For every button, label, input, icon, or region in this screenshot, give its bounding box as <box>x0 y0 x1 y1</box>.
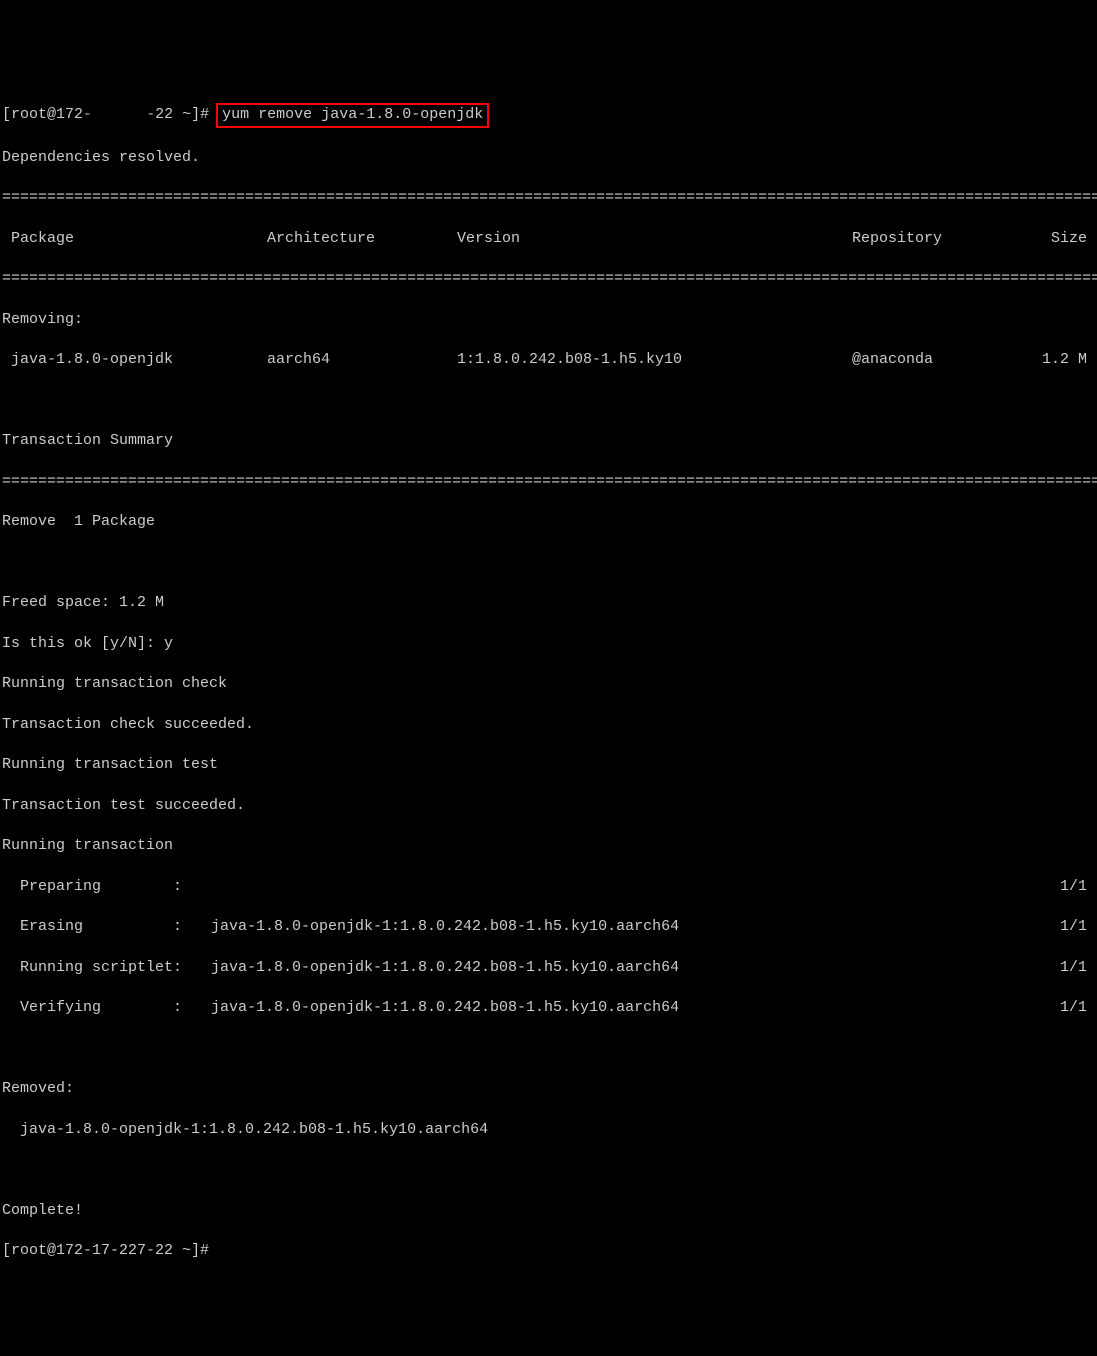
prompt-line-1[interactable]: [root@172-17-227-22 ~]# yum remove java-… <box>2 103 1095 127</box>
step-preparing: Preparing : 1/1 <box>2 877 1095 897</box>
blank-line <box>2 391 1095 411</box>
header-package: Package <box>2 229 267 249</box>
step-label: Running scriptlet: <box>2 958 202 978</box>
deps-resolved: Dependencies resolved. <box>2 148 1095 168</box>
header-arch: Architecture <box>267 229 457 249</box>
prompt-line-2[interactable]: [root@172-17-227-22 ~]# <box>2 1241 1095 1261</box>
cell-repo: @anaconda <box>852 350 1032 370</box>
running-transaction: Running transaction <box>2 836 1095 856</box>
header-version: Version <box>457 229 852 249</box>
test-succeeded: Transaction test succeeded. <box>2 796 1095 816</box>
terminal-output: [root@172-17-227-22 ~]# yum remove java-… <box>2 83 1095 1282</box>
removed-header: Removed: <box>2 1079 1095 1099</box>
prompt-prefix: [root@172-17-227-22 ~]# <box>2 106 218 123</box>
check-succeeded: Transaction check succeeded. <box>2 715 1095 735</box>
running-test: Running transaction test <box>2 755 1095 775</box>
divider: ========================================… <box>2 188 1095 208</box>
step-count: 1/1 <box>1035 958 1095 978</box>
step-verifying: Verifying : java-1.8.0-openjdk-1:1.8.0.2… <box>2 998 1095 1018</box>
blank-line <box>2 1160 1095 1180</box>
step-scriptlet: Running scriptlet: java-1.8.0-openjdk-1:… <box>2 958 1095 978</box>
running-check: Running transaction check <box>2 674 1095 694</box>
step-label: Erasing : <box>2 917 202 937</box>
step-pkg: java-1.8.0-openjdk-1:1.8.0.242.b08-1.h5.… <box>202 958 1035 978</box>
step-count: 1/1 <box>1035 917 1095 937</box>
step-pkg: java-1.8.0-openjdk-1:1.8.0.242.b08-1.h5.… <box>202 917 1035 937</box>
header-size: Size <box>1032 229 1095 249</box>
table-row: java-1.8.0-openjdkaarch641:1.8.0.242.b08… <box>2 350 1095 370</box>
freed-space: Freed space: 1.2 M <box>2 593 1095 613</box>
cell-arch: aarch64 <box>267 350 457 370</box>
cell-size: 1.2 M <box>1032 350 1095 370</box>
command-highlight: yum remove java-1.8.0-openjdk <box>216 103 489 127</box>
blank-line <box>2 1039 1095 1059</box>
step-label: Preparing : <box>2 877 202 897</box>
step-pkg <box>202 877 1035 897</box>
cell-version: 1:1.8.0.242.b08-1.h5.ky10 <box>457 350 852 370</box>
complete: Complete! <box>2 1201 1095 1221</box>
redacted-host: 17-227 <box>92 106 146 123</box>
header-repo: Repository <box>852 229 1032 249</box>
transaction-summary: Transaction Summary <box>2 431 1095 451</box>
cell-package: java-1.8.0-openjdk <box>2 350 267 370</box>
step-label: Verifying : <box>2 998 202 1018</box>
removed-package: java-1.8.0-openjdk-1:1.8.0.242.b08-1.h5.… <box>2 1120 1095 1140</box>
step-erasing: Erasing : java-1.8.0-openjdk-1:1.8.0.242… <box>2 917 1095 937</box>
table-header: PackageArchitectureVersionRepositorySize <box>2 229 1095 249</box>
step-count: 1/1 <box>1035 877 1095 897</box>
divider: ========================================… <box>2 269 1095 289</box>
section-removing: Removing: <box>2 310 1095 330</box>
blank-line <box>2 553 1095 573</box>
remove-count: Remove 1 Package <box>2 512 1095 532</box>
divider: ========================================… <box>2 472 1095 492</box>
step-count: 1/1 <box>1035 998 1095 1018</box>
confirm-prompt[interactable]: Is this ok [y/N]: y <box>2 634 1095 654</box>
step-pkg: java-1.8.0-openjdk-1:1.8.0.242.b08-1.h5.… <box>202 998 1035 1018</box>
